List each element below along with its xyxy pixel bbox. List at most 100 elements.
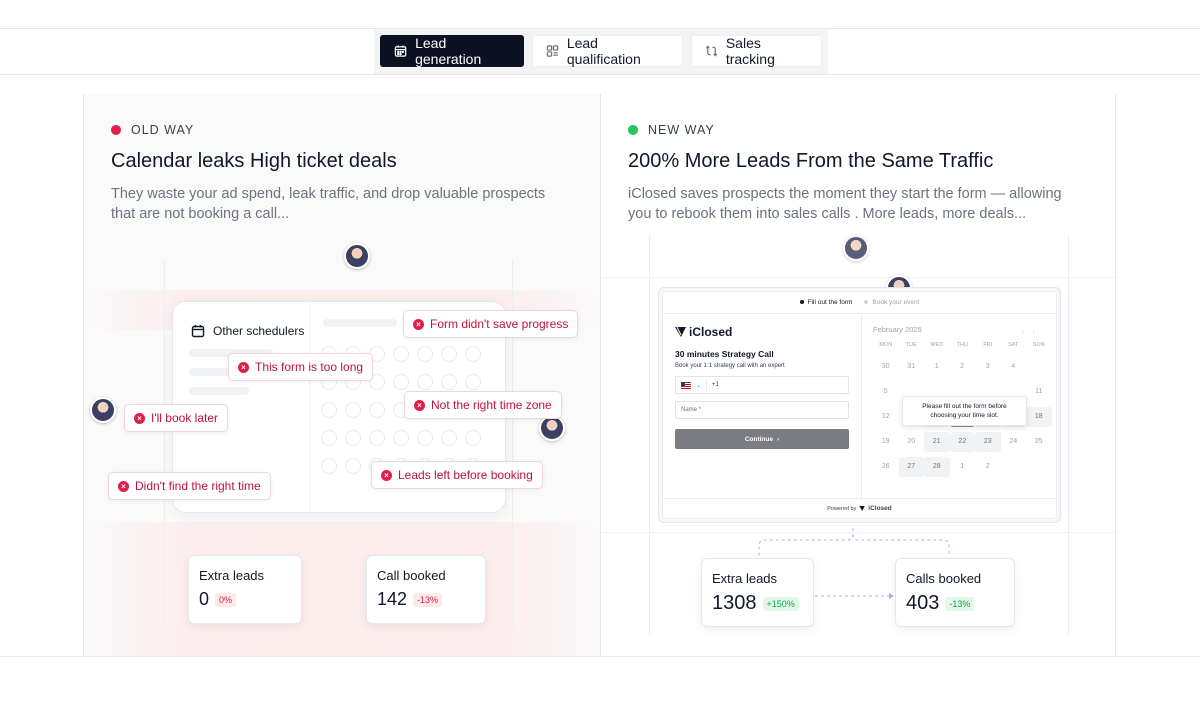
- placeholder-circle: [321, 430, 337, 446]
- error-chip: × Not the right time zone: [404, 391, 562, 419]
- new-way-eyebrow: NEW WAY: [628, 123, 715, 137]
- continue-button[interactable]: Continue ›: [675, 429, 849, 449]
- name-input[interactable]: Name *: [675, 401, 849, 419]
- eyebrow-label: OLD WAY: [131, 123, 195, 137]
- stat-card-calls-booked: Calls booked 403 -13%: [895, 558, 1015, 627]
- placeholder-circle: [465, 430, 481, 446]
- new-way-headline: 200% More Leads From the Same Traffic: [628, 150, 994, 172]
- stat-card-extra-leads: Extra leads 0 0%: [188, 555, 302, 624]
- guide-line: [649, 234, 650, 634]
- chevron-left-icon[interactable]: ‹: [1022, 327, 1033, 336]
- old-way-description: They waste your ad spend, leak traffic, …: [111, 186, 546, 222]
- placeholder-circle: [441, 430, 457, 446]
- calendar: February 2025 ‹› MON TUE WED THU FRI SAT SUN 30…: [863, 315, 1056, 500]
- error-icon: ×: [134, 412, 145, 424]
- weekday-label: SUN: [1032, 342, 1045, 348]
- tabbar-divider: [0, 74, 1200, 75]
- phone-input[interactable]: ⌄ +1: [675, 376, 849, 394]
- calendar-day[interactable]: 21: [924, 432, 950, 452]
- error-label: Not the right time zone: [431, 398, 552, 412]
- stat-value: 0: [199, 589, 210, 609]
- weekday-label: MON: [879, 342, 893, 348]
- guide-line: [1068, 234, 1069, 634]
- error-chip: × I'll book later: [124, 404, 228, 432]
- logo-text: iClosed: [689, 325, 733, 339]
- placeholder-circle: [417, 374, 433, 390]
- stat-badge: +150%: [762, 596, 799, 611]
- avatar: [344, 243, 370, 269]
- iclosed-logo: iClosed: [675, 325, 849, 339]
- scheduler-title-label: Other schedulers: [213, 324, 305, 338]
- error-chip: × Leads left before booking: [371, 461, 543, 489]
- tab-sales-tracking[interactable]: Sales tracking: [690, 35, 822, 67]
- stat-badge: -13%: [945, 596, 975, 611]
- weekday-label: WED: [930, 342, 944, 348]
- guide-line: [601, 277, 1115, 278]
- calendar-day: 3: [985, 363, 990, 370]
- tab-lead-generation[interactable]: Lead generation: [380, 35, 524, 67]
- calendar-day: 30: [881, 363, 890, 370]
- name-placeholder: Name *: [681, 407, 702, 413]
- tab-label: Lead generation: [415, 35, 482, 67]
- calendar-day[interactable]: 28: [924, 457, 950, 477]
- step-label: Book your event: [872, 299, 920, 306]
- calendar-day: 26: [881, 463, 890, 470]
- stat-value: 403: [906, 592, 940, 614]
- error-label: This form is too long: [255, 360, 364, 374]
- error-icon: ×: [414, 399, 425, 411]
- error-chip: × Form didn't save progress: [403, 310, 579, 338]
- calendar-icon: [394, 45, 407, 57]
- step-label: Fill out the form: [807, 299, 853, 306]
- powered-by-footer: Powered by iClosed: [663, 498, 1056, 518]
- placeholder-circle: [417, 346, 433, 362]
- error-label: Leads left before booking: [398, 468, 533, 482]
- iclosed-logo-icon: [859, 506, 866, 511]
- error-icon: ×: [413, 318, 424, 330]
- placeholder-circle: [393, 374, 409, 390]
- red-dot-icon: [111, 125, 121, 135]
- stat-badge: -13%: [413, 592, 443, 607]
- error-chip: × Didn't find the right time: [108, 472, 271, 500]
- weekday-label: FRI: [983, 342, 993, 348]
- tab-lead-qualification[interactable]: Lead qualification: [531, 35, 683, 67]
- error-label: Didn't find the right time: [135, 479, 261, 493]
- calendar-nav[interactable]: ‹›: [1022, 327, 1043, 336]
- calendar-day[interactable]: 23: [975, 432, 1001, 452]
- stat-value: 142: [377, 589, 408, 609]
- old-way-panel: OLD WAY Calendar leaks High ticket deals…: [83, 94, 601, 656]
- calendar-day: 31: [907, 363, 916, 370]
- weekday-label: TUE: [905, 342, 917, 348]
- calendar-day: 24: [1009, 438, 1018, 445]
- fill-form-tooltip: Please fill out the form before choosing…: [902, 396, 1027, 426]
- calendar-day: [1026, 457, 1052, 477]
- powered-by-brand: iClosed: [868, 505, 892, 512]
- calendar-day[interactable]: 27: [898, 457, 924, 477]
- placeholder-circle: [369, 430, 385, 446]
- stat-card-extra-leads: Extra leads 1308 +150%: [701, 558, 814, 627]
- green-dot-icon: [628, 125, 638, 135]
- calendar-day[interactable]: 22: [949, 432, 975, 452]
- chevron-right-icon[interactable]: ›: [1032, 327, 1043, 336]
- calendar-day: 2: [960, 363, 965, 370]
- stat-badge: 0%: [215, 592, 237, 607]
- avatar: [843, 235, 869, 261]
- calendar-day: 25: [1034, 438, 1043, 445]
- placeholder-circle: [345, 402, 361, 418]
- stat-label: Extra leads: [199, 568, 265, 583]
- old-way-headline: Calendar leaks High ticket deals: [111, 150, 397, 172]
- weekday-label: SAT: [1008, 342, 1019, 348]
- step-book-event: Book your event: [864, 299, 919, 306]
- calendar-day: 11: [1035, 388, 1043, 395]
- tab-label: Lead qualification: [566, 35, 641, 67]
- calendar-day[interactable]: 18: [1026, 407, 1052, 427]
- highlight-band: [84, 522, 600, 656]
- error-chip: × This form is too long: [228, 353, 374, 381]
- error-icon: ×: [238, 361, 249, 373]
- placeholder-circle: [465, 346, 481, 362]
- form-steps: Fill out the form Book your event: [663, 292, 1056, 314]
- booking-form: iClosed 30 minutes Strategy Call Book yo…: [663, 315, 862, 500]
- eyebrow-label: NEW WAY: [648, 123, 715, 137]
- chevron-down-icon: ⌄: [696, 382, 702, 389]
- calendar-day: 1: [934, 363, 939, 370]
- error-label: Form didn't save progress: [430, 317, 569, 331]
